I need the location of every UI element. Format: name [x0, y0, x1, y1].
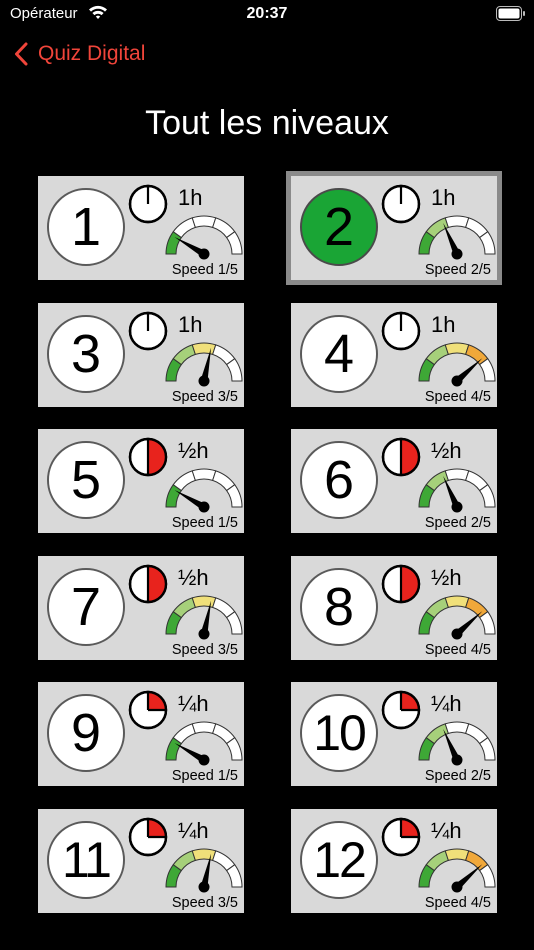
level-card-2[interactable]: 2 1h Speed 2/5: [286, 171, 502, 285]
back-button[interactable]: Quiz Digital: [14, 38, 145, 70]
speedometer-icon: [165, 468, 243, 513]
level-speed-label: Speed 3/5: [171, 894, 238, 911]
level-speed-label: Speed 4/5: [424, 388, 491, 405]
battery-icon: [496, 6, 525, 21]
level-duration: ½h: [431, 564, 462, 590]
level-number: 9: [47, 694, 125, 772]
level-number: 11: [47, 820, 125, 899]
level-speed-label: Speed 1/5: [171, 515, 238, 531]
level-speed-label: Speed 2/5: [424, 768, 491, 784]
level-number: 1: [47, 188, 125, 266]
level-duration: ¼h: [178, 691, 209, 716]
level-speed-label: Speed 1/5: [171, 768, 238, 784]
level-number: 8: [300, 567, 378, 646]
level-card-8[interactable]: 8 ½h Speed 4/5: [291, 555, 497, 660]
speedometer-icon: [418, 848, 496, 892]
level-card-7[interactable]: 7 ½h Speed 3/5: [38, 555, 244, 660]
level-number: 5: [47, 441, 125, 519]
level-duration: ½h: [178, 438, 209, 463]
chevron-left-icon: [15, 42, 28, 66]
level-speed-label: Speed 3/5: [171, 641, 238, 658]
level-card-12[interactable]: 12 ¼h Speed 4/5: [291, 808, 497, 913]
speedometer-icon: [418, 342, 496, 386]
speedometer-icon: [165, 848, 243, 892]
level-speed-label: Speed 3/5: [171, 388, 238, 405]
level-duration: ¼h: [178, 817, 209, 843]
level-speed-label: Speed 4/5: [424, 894, 491, 911]
level-duration: 1h: [431, 311, 456, 337]
level-number: 6: [300, 441, 378, 519]
level-speed-label: Speed 2/5: [424, 515, 491, 531]
level-card-10[interactable]: 10 ¼h Speed 2/5: [291, 682, 497, 786]
speedometer-icon: [418, 468, 496, 513]
speedometer-icon: [165, 342, 243, 386]
level-duration: 1h: [178, 185, 203, 210]
level-card-6[interactable]: 6 ½h Speed 2/5: [291, 429, 497, 533]
level-duration: ½h: [431, 438, 462, 463]
level-duration: ¼h: [431, 691, 462, 716]
level-number: 4: [300, 314, 378, 393]
level-duration: ½h: [178, 564, 209, 590]
speedometer-icon: [165, 215, 243, 260]
level-number: 3: [47, 314, 125, 393]
speedometer-icon: [418, 721, 496, 766]
speedometer-icon: [165, 595, 243, 639]
speedometer-icon: [418, 215, 496, 260]
level-card-11[interactable]: 11 ¼h Speed 3/5: [38, 808, 244, 913]
status-bar: Opérateur 20:37: [0, 0, 534, 30]
level-number: 2: [300, 188, 378, 266]
level-number: 7: [47, 567, 125, 646]
level-duration: 1h: [178, 311, 203, 337]
speedometer-icon: [165, 721, 243, 766]
speedometer-icon: [418, 595, 496, 639]
level-number: 12: [300, 820, 378, 899]
level-card-9[interactable]: 9 ¼h Speed 1/5: [38, 682, 244, 786]
level-speed-label: Speed 2/5: [424, 262, 491, 278]
level-card-1[interactable]: 1 1h Speed 1/5: [38, 176, 244, 280]
status-time: 20:37: [246, 5, 288, 22]
level-speed-label: Speed 4/5: [424, 641, 491, 658]
level-number: 10: [300, 694, 378, 772]
level-duration: 1h: [431, 185, 456, 210]
level-duration: ¼h: [431, 817, 462, 843]
page-title: Tout les niveaux: [145, 104, 389, 142]
level-card-3[interactable]: 3 1h Speed 3/5: [38, 302, 244, 407]
level-card-5[interactable]: 5 ½h Speed 1/5: [38, 429, 244, 533]
level-speed-label: Speed 1/5: [171, 262, 238, 278]
back-button-label: Quiz Digital: [38, 42, 146, 65]
level-card-4[interactable]: 4 1h Speed 4/5: [291, 302, 497, 407]
